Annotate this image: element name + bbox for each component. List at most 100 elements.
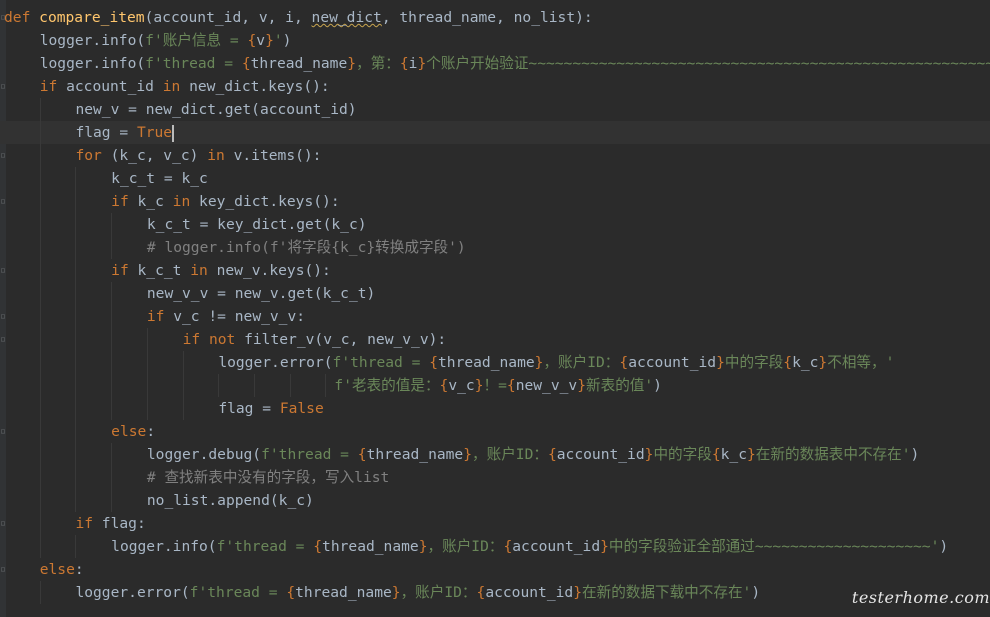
indent-guide (111, 305, 113, 328)
code-text: k_c_t = k_c (111, 170, 208, 187)
code-line[interactable]: if not filter_v(v_c, new_v_v): ▫ (0, 328, 990, 351)
code-line[interactable]: else: ▫ (0, 558, 990, 581)
indent-guide (75, 351, 77, 374)
fold-marker-icon[interactable]: ▫ (0, 420, 6, 443)
code-line[interactable]: else: ▫ (0, 420, 990, 443)
code-line[interactable]: k_c_t = k_c (0, 167, 990, 190)
code-text: k_c_t = key_dict.get(k_c) (146, 216, 367, 233)
indent-guide (75, 328, 77, 351)
indent-guide (111, 236, 113, 259)
indent-guide (39, 443, 41, 466)
code-line[interactable]: logger.info(f'thread = {thread_name}，第：{… (0, 52, 990, 75)
fold-marker-icon[interactable]: ▫ (0, 305, 6, 328)
code-line[interactable]: for (k_c, v_c) in v.items(): ▫ (0, 144, 990, 167)
indent-guide (182, 397, 184, 420)
code-line[interactable]: logger.info(f'账户信息 = {v}') (0, 29, 990, 52)
code-line[interactable]: new_v_v = new_v.get(k_c_t) (0, 282, 990, 305)
code-line[interactable]: if k_c in key_dict.keys(): ▫ (0, 190, 990, 213)
indent-guide (146, 374, 148, 397)
fold-marker-icon[interactable]: ▫ (0, 144, 6, 167)
indent-guide (75, 305, 77, 328)
indent-guide (39, 489, 41, 512)
indent-guide (39, 213, 41, 236)
indent-guide (39, 374, 41, 397)
indent-guide (111, 328, 113, 351)
indent-guide (39, 512, 41, 535)
indent-guide (325, 374, 327, 397)
indent-guide (75, 236, 77, 259)
indent-guide (254, 374, 256, 397)
fold-marker-icon[interactable]: ▫ (0, 190, 6, 213)
indent-guide (75, 167, 77, 190)
indent-guide (39, 305, 41, 328)
text-caret (172, 124, 174, 142)
code-line[interactable]: f'老表的值是：{v_c}！={new_v_v}新表的值') (0, 374, 990, 397)
indent-guide (39, 397, 41, 420)
fold-marker-icon[interactable]: ▫ (0, 75, 6, 98)
indent-guide (75, 282, 77, 305)
indent-guide (39, 121, 41, 144)
code-line[interactable]: def compare_item(account_id, v, i, new_d… (0, 6, 990, 29)
indent-guide (111, 351, 113, 374)
code-line[interactable]: if account_id in new_dict.keys(): ▫ (0, 75, 990, 98)
code-text: def compare_item(account_id, v, i, new_d… (4, 9, 593, 26)
indent-guide (146, 351, 148, 374)
code-line[interactable]: # logger.info(f'将字段{k_c}转换成字段') (0, 236, 990, 259)
code-text: if account_id in new_dict.keys(): (39, 78, 330, 95)
indent-guide (146, 328, 148, 351)
code-text: else: (111, 423, 156, 440)
indent-guide (75, 489, 77, 512)
indent-guide (111, 282, 113, 305)
indent-guide (289, 374, 291, 397)
code-text: no_list.append(k_c) (146, 492, 314, 509)
code-text: logger.error(f'thread = {thread_name}，账户… (75, 584, 761, 601)
fold-marker-icon[interactable]: ▫ (0, 558, 6, 581)
indent-guide (39, 144, 41, 167)
code-line[interactable]: logger.error(f'thread = {thread_name}，账户… (0, 351, 990, 374)
fold-marker-icon[interactable]: ▫ (0, 512, 6, 535)
code-text: if flag: (75, 515, 146, 532)
indent-guide (218, 374, 220, 397)
code-editor[interactable]: def compare_item(account_id, v, i, new_d… (0, 0, 990, 617)
code-text: logger.error(f'thread = {thread_name}，账户… (218, 354, 895, 371)
fold-marker-icon[interactable]: ▫ (0, 259, 6, 282)
code-text: logger.debug(f'thread = {thread_name}，账户… (146, 446, 920, 463)
code-text: flag = True (75, 124, 174, 142)
code-line[interactable]: new_v = new_dict.get(account_id) (0, 98, 990, 121)
indent-guide (111, 374, 113, 397)
code-line[interactable]: flag = True (0, 121, 990, 144)
indent-guide (146, 397, 148, 420)
code-line[interactable]: if k_c_t in new_v.keys(): ▫ (0, 259, 990, 282)
code-text: logger.info(f'thread = {thread_name}，第：{… (39, 55, 990, 72)
code-line[interactable]: no_list.append(k_c) (0, 489, 990, 512)
code-text: if v_c != new_v_v: (146, 308, 306, 325)
indent-guide (111, 466, 113, 489)
indent-guide (39, 236, 41, 259)
indent-guide (39, 466, 41, 489)
code-line[interactable]: # 查找新表中没有的字段，写入list (0, 466, 990, 489)
code-line[interactable]: logger.error(f'thread = {thread_name}，账户… (0, 581, 990, 604)
fold-marker-icon[interactable]: ▫ (0, 6, 6, 29)
code-line[interactable]: logger.info(f'thread = {thread_name}，账户I… (0, 535, 990, 558)
indent-guide (39, 167, 41, 190)
code-text: new_v_v = new_v.get(k_c_t) (146, 285, 376, 302)
indent-guide (39, 190, 41, 213)
code-text: # 查找新表中没有的字段，写入list (146, 469, 390, 486)
fold-marker-icon[interactable]: ▫ (0, 328, 6, 351)
indent-guide (75, 466, 77, 489)
code-line[interactable]: flag = False (0, 397, 990, 420)
indent-guide (182, 374, 184, 397)
indent-guide (182, 351, 184, 374)
indent-guide (75, 443, 77, 466)
indent-guide (75, 397, 77, 420)
code-text: f'老表的值是：{v_c}！={new_v_v}新表的值') (334, 377, 662, 394)
code-text: logger.info(f'thread = {thread_name}，账户I… (111, 538, 949, 555)
code-line[interactable]: if flag: ▫ (0, 512, 990, 535)
code-line[interactable]: if v_c != new_v_v: ▫ (0, 305, 990, 328)
code-text: if k_c in key_dict.keys(): (111, 193, 340, 210)
code-line[interactable]: k_c_t = key_dict.get(k_c) (0, 213, 990, 236)
indent-guide (75, 420, 77, 443)
indent-guide (111, 489, 113, 512)
code-text: for (k_c, v_c) in v.items(): (75, 147, 322, 164)
code-line[interactable]: logger.debug(f'thread = {thread_name}，账户… (0, 443, 990, 466)
